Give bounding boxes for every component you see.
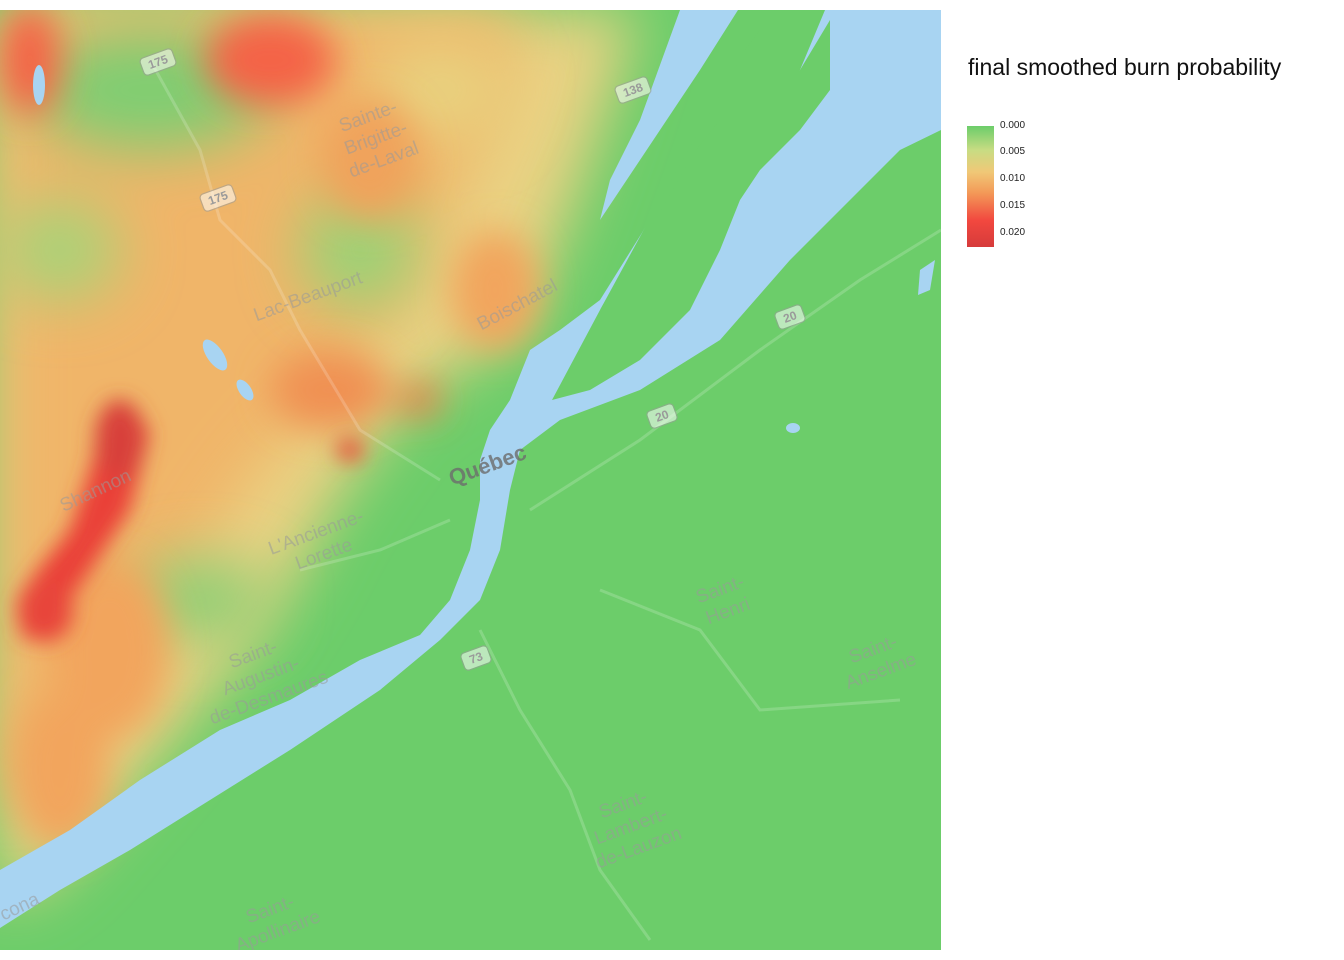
map-canvas: Sainte-Brigitte-de-Laval Lac-Beauport Bo… xyxy=(0,10,941,950)
burn-probability-map[interactable]: Sainte-Brigitte-de-Laval Lac-Beauport Bo… xyxy=(0,10,941,950)
legend-colorbar xyxy=(967,126,994,247)
legend-tick-3: 0.015 xyxy=(1000,200,1026,211)
legend-tick-2: 0.010 xyxy=(1000,173,1026,184)
legend-tick-0: 0.000 xyxy=(1000,120,1026,131)
legend-tick-4: 0.020 xyxy=(1000,227,1026,238)
legend-title: final smoothed burn probability xyxy=(968,54,1282,80)
legend-tick-1: 0.005 xyxy=(1000,146,1026,157)
